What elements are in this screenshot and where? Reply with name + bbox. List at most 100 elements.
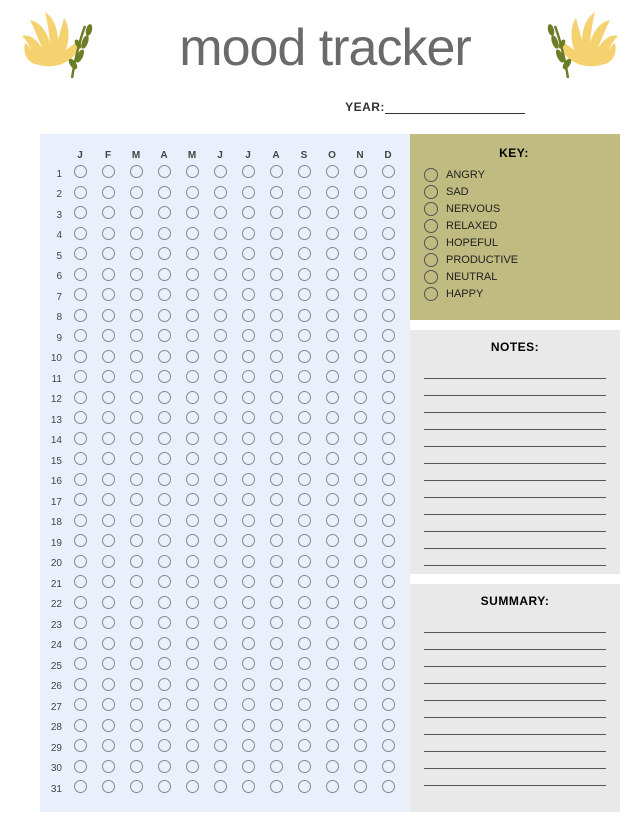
mood-cell[interactable]: [66, 267, 94, 288]
mood-cell[interactable]: [66, 369, 94, 390]
mood-cell[interactable]: [150, 718, 178, 739]
mood-cell[interactable]: [290, 246, 318, 267]
mood-cell[interactable]: [206, 615, 234, 636]
mood-cell[interactable]: [150, 533, 178, 554]
mood-cell[interactable]: [374, 677, 402, 698]
notes-line[interactable]: [424, 447, 606, 464]
mood-cell[interactable]: [122, 779, 150, 800]
mood-cell[interactable]: [122, 738, 150, 759]
mood-cell[interactable]: [66, 390, 94, 411]
mood-cell[interactable]: [262, 287, 290, 308]
mood-cell[interactable]: [66, 205, 94, 226]
mood-cell[interactable]: [374, 267, 402, 288]
mood-cell[interactable]: [290, 226, 318, 247]
mood-cell[interactable]: [66, 246, 94, 267]
mood-cell[interactable]: [262, 349, 290, 370]
mood-cell[interactable]: [234, 390, 262, 411]
mood-cell[interactable]: [178, 492, 206, 513]
mood-cell[interactable]: [178, 738, 206, 759]
mood-cell[interactable]: [374, 349, 402, 370]
mood-cell[interactable]: [122, 492, 150, 513]
summary-line[interactable]: [424, 718, 606, 735]
mood-cell[interactable]: [94, 390, 122, 411]
notes-line[interactable]: [424, 396, 606, 413]
mood-cell[interactable]: [262, 431, 290, 452]
mood-cell[interactable]: [150, 287, 178, 308]
mood-cell[interactable]: [318, 513, 346, 534]
mood-cell[interactable]: [262, 595, 290, 616]
mood-cell[interactable]: [178, 718, 206, 739]
mood-cell[interactable]: [346, 164, 374, 185]
summary-line[interactable]: [424, 701, 606, 718]
mood-cell[interactable]: [346, 718, 374, 739]
mood-cell[interactable]: [150, 615, 178, 636]
mood-cell[interactable]: [94, 226, 122, 247]
summary-line[interactable]: [424, 650, 606, 667]
mood-cell[interactable]: [122, 205, 150, 226]
mood-cell[interactable]: [318, 472, 346, 493]
mood-cell[interactable]: [178, 472, 206, 493]
mood-cell[interactable]: [374, 205, 402, 226]
mood-cell[interactable]: [374, 226, 402, 247]
mood-cell[interactable]: [206, 246, 234, 267]
mood-cell[interactable]: [318, 328, 346, 349]
mood-cell[interactable]: [374, 472, 402, 493]
mood-cell[interactable]: [122, 431, 150, 452]
mood-cell[interactable]: [290, 574, 318, 595]
mood-cell[interactable]: [150, 472, 178, 493]
mood-cell[interactable]: [206, 574, 234, 595]
mood-cell[interactable]: [262, 226, 290, 247]
mood-cell[interactable]: [66, 349, 94, 370]
mood-cell[interactable]: [374, 246, 402, 267]
mood-cell[interactable]: [178, 246, 206, 267]
mood-cell[interactable]: [94, 410, 122, 431]
mood-cell[interactable]: [66, 615, 94, 636]
mood-cell[interactable]: [374, 554, 402, 575]
mood-cell[interactable]: [206, 595, 234, 616]
mood-cell[interactable]: [206, 349, 234, 370]
mood-cell[interactable]: [122, 759, 150, 780]
mood-cell[interactable]: [66, 287, 94, 308]
mood-cell[interactable]: [206, 328, 234, 349]
mood-cell[interactable]: [374, 308, 402, 329]
mood-cell[interactable]: [234, 328, 262, 349]
mood-cell[interactable]: [290, 636, 318, 657]
mood-cell[interactable]: [290, 472, 318, 493]
mood-cell[interactable]: [234, 226, 262, 247]
mood-cell[interactable]: [150, 574, 178, 595]
mood-cell[interactable]: [374, 595, 402, 616]
mood-cell[interactable]: [234, 615, 262, 636]
mood-cell[interactable]: [94, 656, 122, 677]
mood-cell[interactable]: [178, 656, 206, 677]
mood-cell[interactable]: [150, 226, 178, 247]
mood-cell[interactable]: [94, 533, 122, 554]
mood-cell[interactable]: [318, 246, 346, 267]
mood-cell[interactable]: [178, 267, 206, 288]
mood-cell[interactable]: [290, 738, 318, 759]
mood-cell[interactable]: [374, 759, 402, 780]
summary-line[interactable]: [424, 633, 606, 650]
mood-cell[interactable]: [206, 779, 234, 800]
mood-cell[interactable]: [318, 677, 346, 698]
mood-cell[interactable]: [122, 267, 150, 288]
mood-cell[interactable]: [290, 205, 318, 226]
mood-cell[interactable]: [374, 410, 402, 431]
mood-cell[interactable]: [374, 451, 402, 472]
mood-cell[interactable]: [206, 554, 234, 575]
mood-cell[interactable]: [290, 431, 318, 452]
mood-cell[interactable]: [206, 492, 234, 513]
mood-cell[interactable]: [150, 697, 178, 718]
mood-cell[interactable]: [318, 595, 346, 616]
mood-cell[interactable]: [374, 328, 402, 349]
mood-cell[interactable]: [346, 759, 374, 780]
summary-line[interactable]: [424, 752, 606, 769]
notes-line[interactable]: [424, 498, 606, 515]
mood-cell[interactable]: [374, 718, 402, 739]
mood-cell[interactable]: [122, 410, 150, 431]
mood-cell[interactable]: [262, 574, 290, 595]
mood-cell[interactable]: [178, 164, 206, 185]
mood-cell[interactable]: [234, 451, 262, 472]
mood-cell[interactable]: [66, 574, 94, 595]
mood-cell[interactable]: [178, 185, 206, 206]
mood-cell[interactable]: [374, 697, 402, 718]
